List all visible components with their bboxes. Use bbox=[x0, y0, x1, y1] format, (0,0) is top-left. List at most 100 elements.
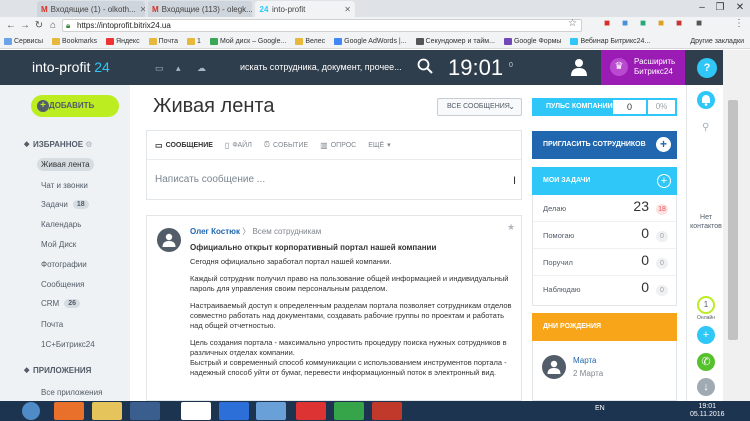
tab-event[interactable]: ⏰︎ СОБЫТИЕ bbox=[264, 140, 308, 150]
invite-employees-button[interactable]: ПРИГЛАСИТЬ СОТРУДНИКОВ + bbox=[532, 131, 677, 159]
avatar[interactable] bbox=[157, 228, 181, 252]
apps-section[interactable]: ◆ ПРИЛОЖЕНИЯ bbox=[24, 366, 91, 375]
favorites-section[interactable]: ◆ ИЗБРАННОЕ ⚙ bbox=[24, 140, 92, 149]
skype-icon[interactable] bbox=[219, 402, 249, 420]
menu-item-live-feed[interactable]: Живая лента bbox=[37, 158, 94, 171]
extension-icon[interactable]: ■ bbox=[658, 18, 664, 29]
add-task-icon[interactable]: + bbox=[657, 174, 671, 188]
download-icon[interactable]: ↓ bbox=[697, 378, 715, 396]
system-clock[interactable]: 19:01 05.11.2016 bbox=[690, 403, 725, 419]
explorer-icon[interactable] bbox=[92, 402, 122, 420]
task-row-assigned[interactable]: Поручил 0 0 bbox=[533, 249, 676, 276]
bookmark-item[interactable]: Секундомер и тайм... bbox=[415, 37, 495, 45]
browser-tab-gmail-2[interactable]: M Входящие (113) - olegk... ✕ bbox=[148, 1, 252, 17]
menu-item-mail[interactable]: Почта bbox=[41, 320, 63, 329]
message-input[interactable]: Написать сообщение ... bbox=[155, 174, 265, 185]
close-tab-icon[interactable]: ✕ bbox=[136, 5, 145, 14]
chrome-icon[interactable] bbox=[181, 402, 211, 420]
extend-plan-button[interactable]: ♛ Расширить Битрикс24 bbox=[601, 50, 685, 85]
bookmark-item[interactable]: Почта bbox=[148, 37, 178, 45]
task-row-doing[interactable]: Делаю 23 18 bbox=[533, 195, 676, 222]
browser-tab-gmail-1[interactable]: M Входящие (1) - olkoth... ✕ bbox=[37, 1, 145, 17]
chrome-menu-icon[interactable]: ⋮ bbox=[734, 18, 744, 29]
online-counter[interactable]: 1 bbox=[697, 296, 715, 314]
windows-start-icon[interactable] bbox=[22, 402, 40, 420]
extension-icon[interactable]: ■ bbox=[696, 18, 702, 29]
birthday-person-link[interactable]: Марта bbox=[573, 356, 597, 365]
bookmark-item[interactable]: Яндекс bbox=[106, 37, 140, 45]
bookmark-item[interactable]: Google Формы bbox=[503, 37, 561, 45]
forward-icon[interactable]: → bbox=[18, 20, 32, 31]
user-icon[interactable] bbox=[571, 58, 587, 76]
add-chat-icon[interactable]: + bbox=[697, 326, 715, 344]
mail-icon[interactable] bbox=[256, 402, 286, 420]
extension-icon[interactable]: ■ bbox=[640, 18, 646, 29]
menu-item-tasks[interactable]: Задачи 18 bbox=[41, 200, 89, 209]
menu-item-messages[interactable]: Сообщения bbox=[41, 280, 84, 289]
maximize-icon[interactable]: ❐ bbox=[711, 0, 729, 16]
bookmark-item[interactable]: Сервисы bbox=[4, 37, 43, 45]
back-icon[interactable]: ← bbox=[4, 20, 18, 31]
favorite-star-icon[interactable]: ★ bbox=[507, 222, 515, 233]
add-button[interactable]: + ДОБАВИТЬ bbox=[31, 95, 119, 117]
bookmark-item[interactable]: 1 bbox=[187, 37, 201, 45]
avatar[interactable] bbox=[542, 355, 566, 379]
tab-more[interactable]: ЕЩЁ ▾ bbox=[368, 140, 390, 150]
menu-item-calendar[interactable]: Календарь bbox=[41, 220, 81, 229]
scrollbar-thumb[interactable] bbox=[728, 100, 738, 340]
portal-logo[interactable]: into-profit 24 bbox=[32, 59, 110, 75]
task-row-helping[interactable]: Помогаю 0 0 bbox=[533, 222, 676, 249]
search-input[interactable]: искать сотрудника, документ, прочее... bbox=[240, 62, 402, 72]
tab-message[interactable]: ▭ СООБЩЕНИЕ bbox=[155, 140, 213, 150]
menu-item-my-drive[interactable]: Мой Диск bbox=[41, 240, 76, 249]
search-icon[interactable] bbox=[417, 58, 433, 74]
menu-item-all-apps[interactable]: Все приложения bbox=[41, 388, 102, 397]
browser-tab-into-profit[interactable]: 24 into-profit ✕ bbox=[255, 1, 355, 17]
settings-icon[interactable]: ⚙ bbox=[85, 140, 92, 149]
taskbar-app-icon[interactable] bbox=[130, 402, 160, 420]
author-link[interactable]: Олег Костюк bbox=[190, 227, 240, 236]
other-bookmarks[interactable]: Другие закладки bbox=[690, 38, 744, 45]
notification-icon[interactable]: ▴ bbox=[176, 63, 181, 74]
bell-icon[interactable] bbox=[697, 91, 715, 109]
menu-item-chat[interactable]: Чат и звонки bbox=[41, 181, 88, 190]
browser-tab-bar: M Входящие (1) - olkoth... ✕ M Входящие … bbox=[0, 0, 750, 17]
recipients[interactable]: Всем сотрудникам bbox=[252, 227, 321, 236]
phone-icon[interactable]: ✆ bbox=[697, 353, 715, 371]
extension-icon[interactable]: ■ bbox=[676, 18, 682, 29]
bookmark-item[interactable]: Вебинар Битрикс24... bbox=[570, 37, 650, 45]
bookmark-item[interactable]: Мой диск – Google... bbox=[209, 37, 286, 45]
cloud-icon[interactable]: ☁ bbox=[197, 63, 206, 74]
close-tab-icon[interactable]: ✕ bbox=[340, 5, 351, 14]
bookmark-item[interactable]: Велес bbox=[295, 37, 325, 45]
bookmark-item[interactable]: Bookmarks bbox=[52, 37, 97, 45]
task-row-watching[interactable]: Наблюдаю 0 0 bbox=[533, 276, 676, 303]
menu-item-crm[interactable]: CRM 26 bbox=[41, 299, 81, 308]
close-window-icon[interactable]: ✕ bbox=[731, 0, 749, 16]
search-icon[interactable]: ⚲ bbox=[702, 122, 709, 133]
menu-item-1c[interactable]: 1С+Битрикс24 bbox=[41, 340, 95, 349]
extension-icon[interactable]: ■ bbox=[604, 18, 610, 29]
tab-file[interactable]: ▯ ФАЙЛ bbox=[225, 140, 252, 150]
minimize-icon[interactable]: – bbox=[693, 0, 711, 16]
plus-icon: + bbox=[37, 100, 49, 112]
my-tasks-header[interactable]: МОИ ЗАДАЧИ + bbox=[532, 167, 677, 195]
yandex-browser-icon[interactable] bbox=[372, 402, 402, 420]
chat-icon[interactable]: ▭ bbox=[155, 63, 164, 74]
extension-icon[interactable]: ■ bbox=[622, 18, 628, 29]
tab-poll[interactable]: ▥ ОПРОС bbox=[320, 140, 356, 150]
bookmark-item[interactable]: Google AdWords |... bbox=[334, 37, 407, 45]
language-indicator[interactable]: EN bbox=[595, 405, 605, 412]
feed-filter-dropdown[interactable]: ВСЕ СООБЩЕНИЯ ⌄ bbox=[437, 98, 522, 116]
firefox-icon[interactable] bbox=[54, 402, 84, 420]
taskbar-app-icon[interactable] bbox=[334, 402, 364, 420]
reload-icon[interactable]: ↻ bbox=[32, 20, 46, 31]
clock[interactable]: 19:01 bbox=[448, 55, 503, 81]
url-input[interactable]: 🔒︎ https://intoprofit.bitrix24.ua bbox=[62, 19, 582, 32]
media-icon[interactable] bbox=[296, 402, 326, 420]
company-pulse-widget[interactable]: ПУЛЬС КОМПАНИИ 0 0% bbox=[532, 98, 677, 116]
bookmark-star-icon[interactable]: ☆ bbox=[568, 18, 577, 29]
menu-item-photos[interactable]: Фотографии bbox=[41, 260, 87, 269]
help-icon[interactable]: ? bbox=[697, 58, 717, 78]
home-icon[interactable]: ⌂ bbox=[46, 20, 60, 31]
